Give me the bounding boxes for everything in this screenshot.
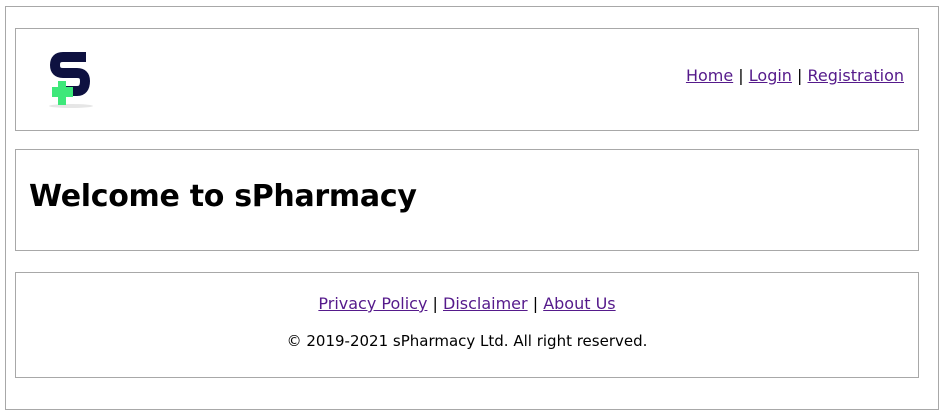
- disclaimer-link[interactable]: Disclaimer: [443, 294, 528, 313]
- site-header: Home | Login | Registration: [15, 28, 919, 131]
- nav-home-link[interactable]: Home: [686, 66, 733, 85]
- nav-registration-link[interactable]: Registration: [808, 66, 904, 85]
- copyright-text: © 2019-2021 sPharmacy Ltd. All right res…: [286, 332, 648, 350]
- about-us-link[interactable]: About Us: [543, 294, 615, 313]
- footer-separator: |: [432, 294, 438, 313]
- footer-separator: |: [532, 294, 539, 313]
- site-footer: Privacy Policy | Disclaimer | About Us ©…: [15, 272, 919, 378]
- page-title: Welcome to sPharmacy: [29, 179, 417, 214]
- spharmacy-logo[interactable]: [49, 49, 97, 111]
- spharmacy-logo-icon: [49, 52, 93, 108]
- top-nav: Home | Login | Registration: [686, 66, 904, 86]
- nav-login-link[interactable]: Login: [749, 66, 792, 85]
- privacy-policy-link[interactable]: Privacy Policy: [318, 294, 427, 313]
- main-content: Welcome to sPharmacy: [15, 149, 919, 251]
- nav-separator: |: [738, 66, 744, 85]
- footer-links: Privacy Policy | Disclaimer | About Us: [16, 294, 918, 314]
- nav-separator: |: [797, 66, 803, 85]
